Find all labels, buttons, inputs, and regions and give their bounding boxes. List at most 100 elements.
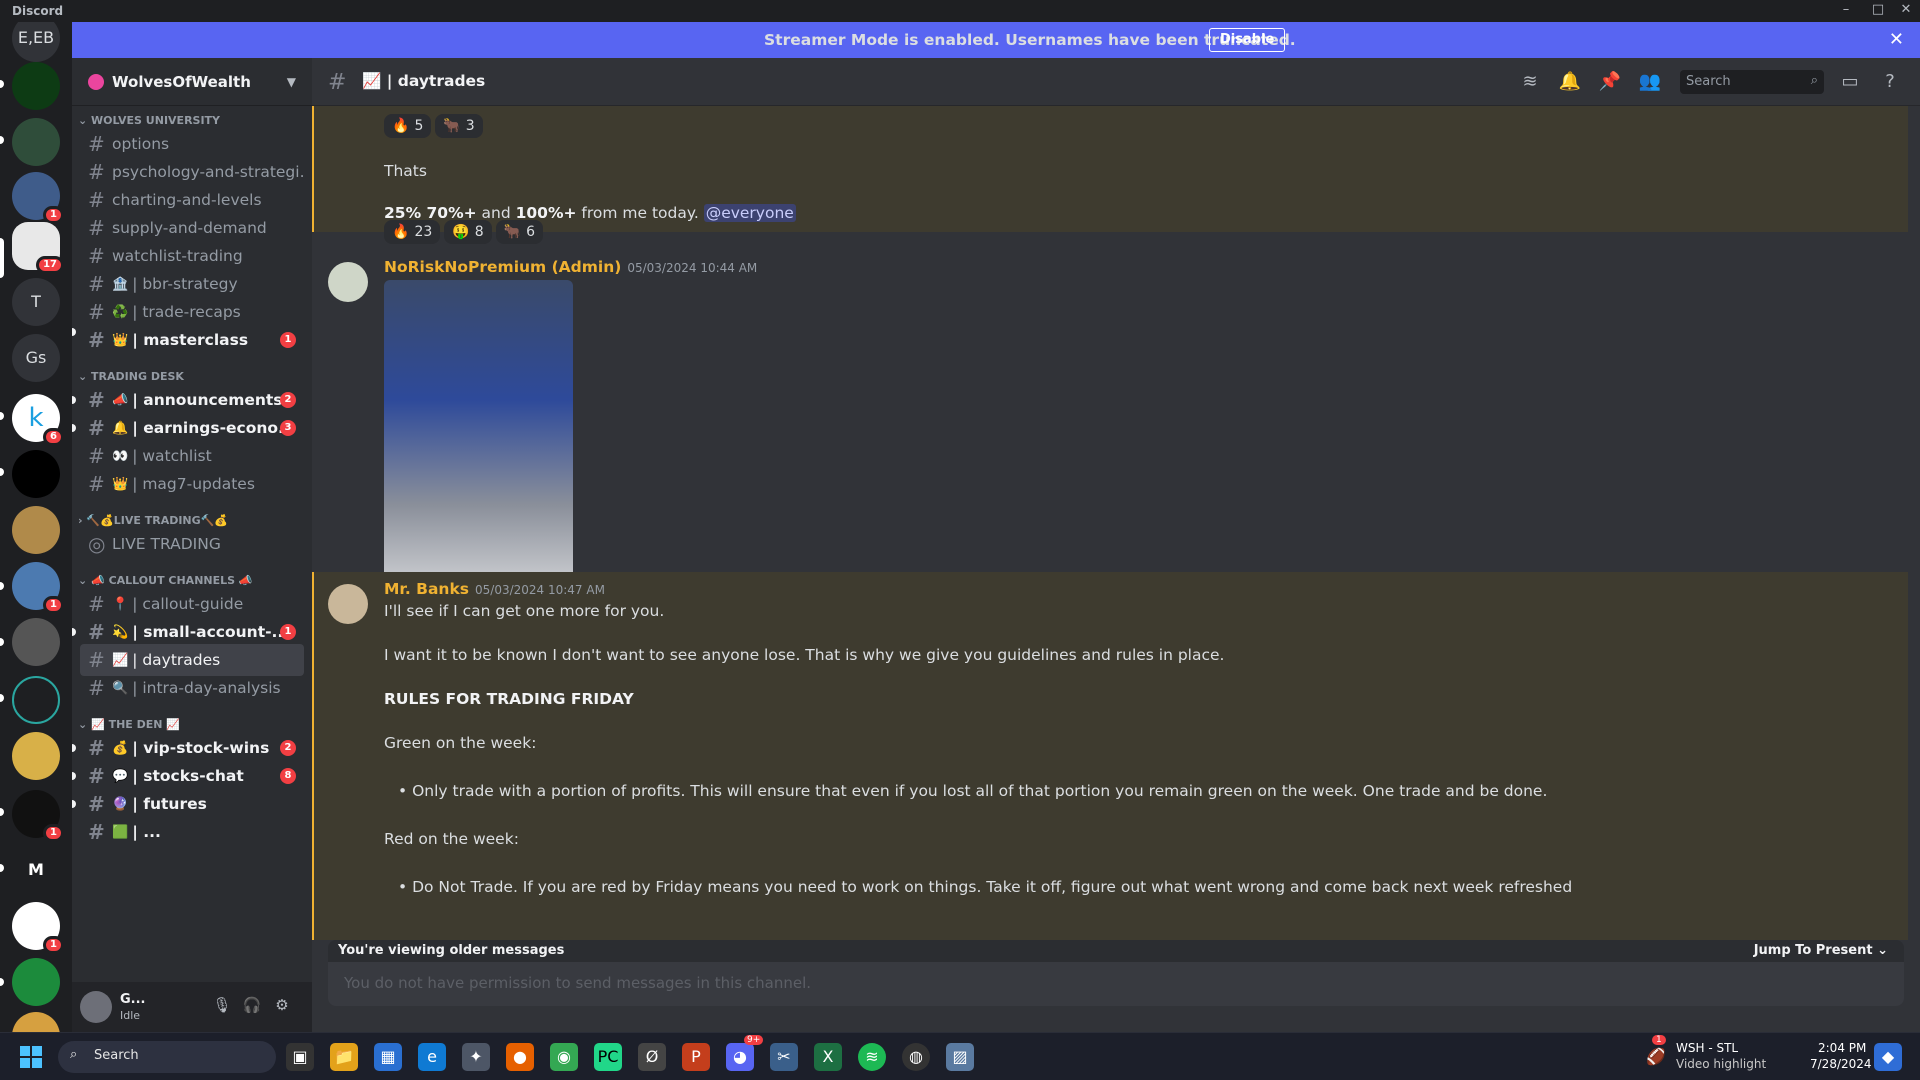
gear-icon[interactable]: ⚙ bbox=[272, 996, 292, 1016]
obs-icon[interactable]: ◍ bbox=[902, 1043, 930, 1071]
taskbar-search[interactable]: ⌕ Search bbox=[58, 1041, 276, 1073]
mention-everyone[interactable]: @everyone bbox=[703, 204, 796, 222]
snipping-icon[interactable]: ✂ bbox=[770, 1043, 798, 1071]
category-name: 📣 CALLOUT CHANNELS 📣 bbox=[91, 574, 253, 587]
category-name: 🔨💰LIVE TRADING🔨💰 bbox=[86, 514, 229, 527]
photos-icon[interactable]: ▨ bbox=[946, 1043, 974, 1071]
server-badge: 1 bbox=[43, 596, 64, 614]
chrome-icon[interactable]: ◉ bbox=[550, 1043, 578, 1071]
mention-badge: 2 bbox=[280, 740, 296, 756]
disable-streamer-button[interactable]: Disable bbox=[1209, 28, 1286, 52]
close-window-icon[interactable]: ✕ bbox=[1896, 2, 1916, 20]
message-author[interactable]: Mr. Banks 05/03/2024 10:47 AM bbox=[384, 580, 605, 598]
server-icon[interactable]: 1 bbox=[12, 902, 64, 954]
voice-channel-item[interactable]: ◎ LIVE TRADING bbox=[80, 528, 304, 560]
edge-icon[interactable]: e bbox=[418, 1043, 446, 1071]
channel-name: | trade-recaps bbox=[132, 303, 241, 321]
avatar[interactable] bbox=[80, 991, 112, 1023]
app-icon[interactable]: ✦ bbox=[462, 1043, 490, 1071]
server-badge: 6 bbox=[43, 428, 64, 446]
category-header[interactable]: › 🔨💰LIVE TRADING🔨💰 bbox=[78, 514, 228, 527]
server-icon[interactable]: 1 bbox=[12, 562, 64, 614]
app-icon[interactable]: Ø bbox=[638, 1043, 666, 1071]
firefox-icon[interactable]: ● bbox=[506, 1043, 534, 1071]
reaction-emoji: 🐂 bbox=[443, 118, 461, 134]
server-icon[interactable] bbox=[12, 958, 60, 1006]
server-icon[interactable]: 17 bbox=[12, 222, 64, 274]
server-icon[interactable] bbox=[12, 1012, 60, 1032]
reaction-row: 🔥 23 🤑 8 🐂 6 bbox=[384, 220, 543, 244]
channel-name: | ... bbox=[132, 823, 161, 841]
windows-start-icon[interactable] bbox=[20, 1046, 42, 1068]
category-header[interactable]: ⌄ 📈 THE DEN 📈 bbox=[78, 718, 180, 731]
server-icon[interactable]: E,EB bbox=[12, 22, 60, 62]
server-icon[interactable]: Gs bbox=[12, 334, 60, 382]
clock-time[interactable]: 2:04 PM bbox=[1818, 1041, 1866, 1055]
message-heading: RULES FOR TRADING FRIDAY bbox=[384, 690, 634, 708]
discord-badge: 9+ bbox=[744, 1035, 764, 1045]
threads-icon[interactable]: ≋ bbox=[1518, 71, 1542, 95]
reaction[interactable]: 🔥 23 bbox=[384, 220, 441, 244]
inbox-icon[interactable]: ▭ bbox=[1838, 71, 1862, 95]
channel-item[interactable]: # 👑 | masterclass 1 bbox=[80, 324, 304, 356]
server-icon[interactable] bbox=[12, 676, 60, 724]
discord-icon[interactable]: ◕ bbox=[726, 1043, 754, 1071]
search-icon: ⌕ bbox=[1810, 73, 1818, 88]
spotify-icon[interactable]: ≋ bbox=[858, 1043, 886, 1071]
search-input[interactable]: Search ⌕ bbox=[1680, 70, 1824, 94]
server-icon[interactable]: T bbox=[12, 278, 60, 326]
reaction[interactable]: 🐂 6 bbox=[495, 220, 543, 244]
reaction[interactable]: 🔥 5 bbox=[384, 114, 432, 138]
store-icon[interactable]: ▦ bbox=[374, 1043, 402, 1071]
clock-date[interactable]: 7/28/2024 bbox=[1810, 1057, 1872, 1071]
unread-dot bbox=[72, 424, 76, 432]
microphone-icon[interactable]: 🎙 bbox=[212, 996, 232, 1016]
widget-title[interactable]: WSH - STL bbox=[1676, 1041, 1738, 1055]
pycharm-icon[interactable]: PC bbox=[594, 1043, 622, 1071]
unread-pill bbox=[0, 582, 4, 590]
minimize-icon[interactable]: – bbox=[1836, 2, 1856, 20]
server-icon[interactable] bbox=[12, 62, 60, 110]
pin-icon[interactable]: 📌 bbox=[1598, 71, 1622, 95]
file-explorer-icon[interactable]: 📁 bbox=[330, 1043, 358, 1071]
category-header[interactable]: ⌄ WOLVES UNIVERSITY bbox=[78, 114, 220, 127]
avatar[interactable] bbox=[328, 262, 368, 302]
gif-attachment[interactable] bbox=[384, 280, 573, 580]
reaction[interactable]: 🤑 8 bbox=[444, 220, 492, 244]
server-icon[interactable]: 1 bbox=[12, 790, 64, 842]
help-icon[interactable]: ? bbox=[1878, 71, 1902, 95]
reaction[interactable]: 🐂 3 bbox=[435, 114, 483, 138]
server-icon[interactable]: 1 bbox=[12, 172, 64, 224]
stage-channel-icon: ◎ bbox=[88, 532, 106, 556]
weather-icon[interactable]: 🏈 bbox=[1646, 1047, 1666, 1066]
server-icon[interactable]: k6 bbox=[12, 394, 64, 446]
reaction-emoji: 🐂 bbox=[503, 224, 522, 240]
guild-header[interactable]: WolvesOfWealth ▼ bbox=[72, 58, 312, 106]
server-icon[interactable] bbox=[12, 118, 60, 166]
server-icon[interactable] bbox=[12, 506, 60, 554]
powerpoint-icon[interactable]: P bbox=[682, 1043, 710, 1071]
server-icon[interactable]: M bbox=[12, 846, 60, 894]
copilot-icon[interactable]: ◆ bbox=[1874, 1043, 1902, 1071]
close-banner-icon[interactable]: ✕ bbox=[1889, 29, 1904, 50]
maximize-icon[interactable]: □ bbox=[1868, 2, 1888, 20]
bell-icon[interactable]: 🔔 bbox=[1558, 71, 1582, 95]
channel-item[interactable]: # 🔍 | intra-day-analysis bbox=[80, 672, 304, 704]
message-author[interactable]: NoRiskNoPremium (Admin) 05/03/2024 10:44 … bbox=[384, 258, 757, 276]
category-header[interactable]: ⌄ TRADING DESK bbox=[78, 370, 184, 383]
members-icon[interactable]: 👥 bbox=[1638, 71, 1662, 95]
avatar[interactable] bbox=[328, 584, 368, 624]
message-text: I want it to be known I don't want to se… bbox=[384, 646, 1225, 664]
task-view-icon[interactable]: ▣ bbox=[286, 1043, 314, 1071]
server-icon[interactable] bbox=[12, 618, 60, 666]
channel-emoji: 👑 bbox=[112, 476, 129, 492]
channel-item[interactable]: # 👑 | mag7-updates bbox=[80, 468, 304, 500]
channel-name: LIVE TRADING bbox=[112, 535, 221, 553]
server-icon[interactable] bbox=[12, 450, 60, 498]
headphones-icon[interactable]: 🎧 bbox=[242, 996, 262, 1016]
excel-icon[interactable]: X bbox=[814, 1043, 842, 1071]
channel-item[interactable]: # 🟩 | ... bbox=[80, 816, 304, 848]
server-icon[interactable] bbox=[12, 732, 60, 780]
jump-to-present-button[interactable]: Jump To Present ⌄ bbox=[1754, 943, 1888, 958]
category-header[interactable]: ⌄ 📣 CALLOUT CHANNELS 📣 bbox=[78, 574, 253, 587]
